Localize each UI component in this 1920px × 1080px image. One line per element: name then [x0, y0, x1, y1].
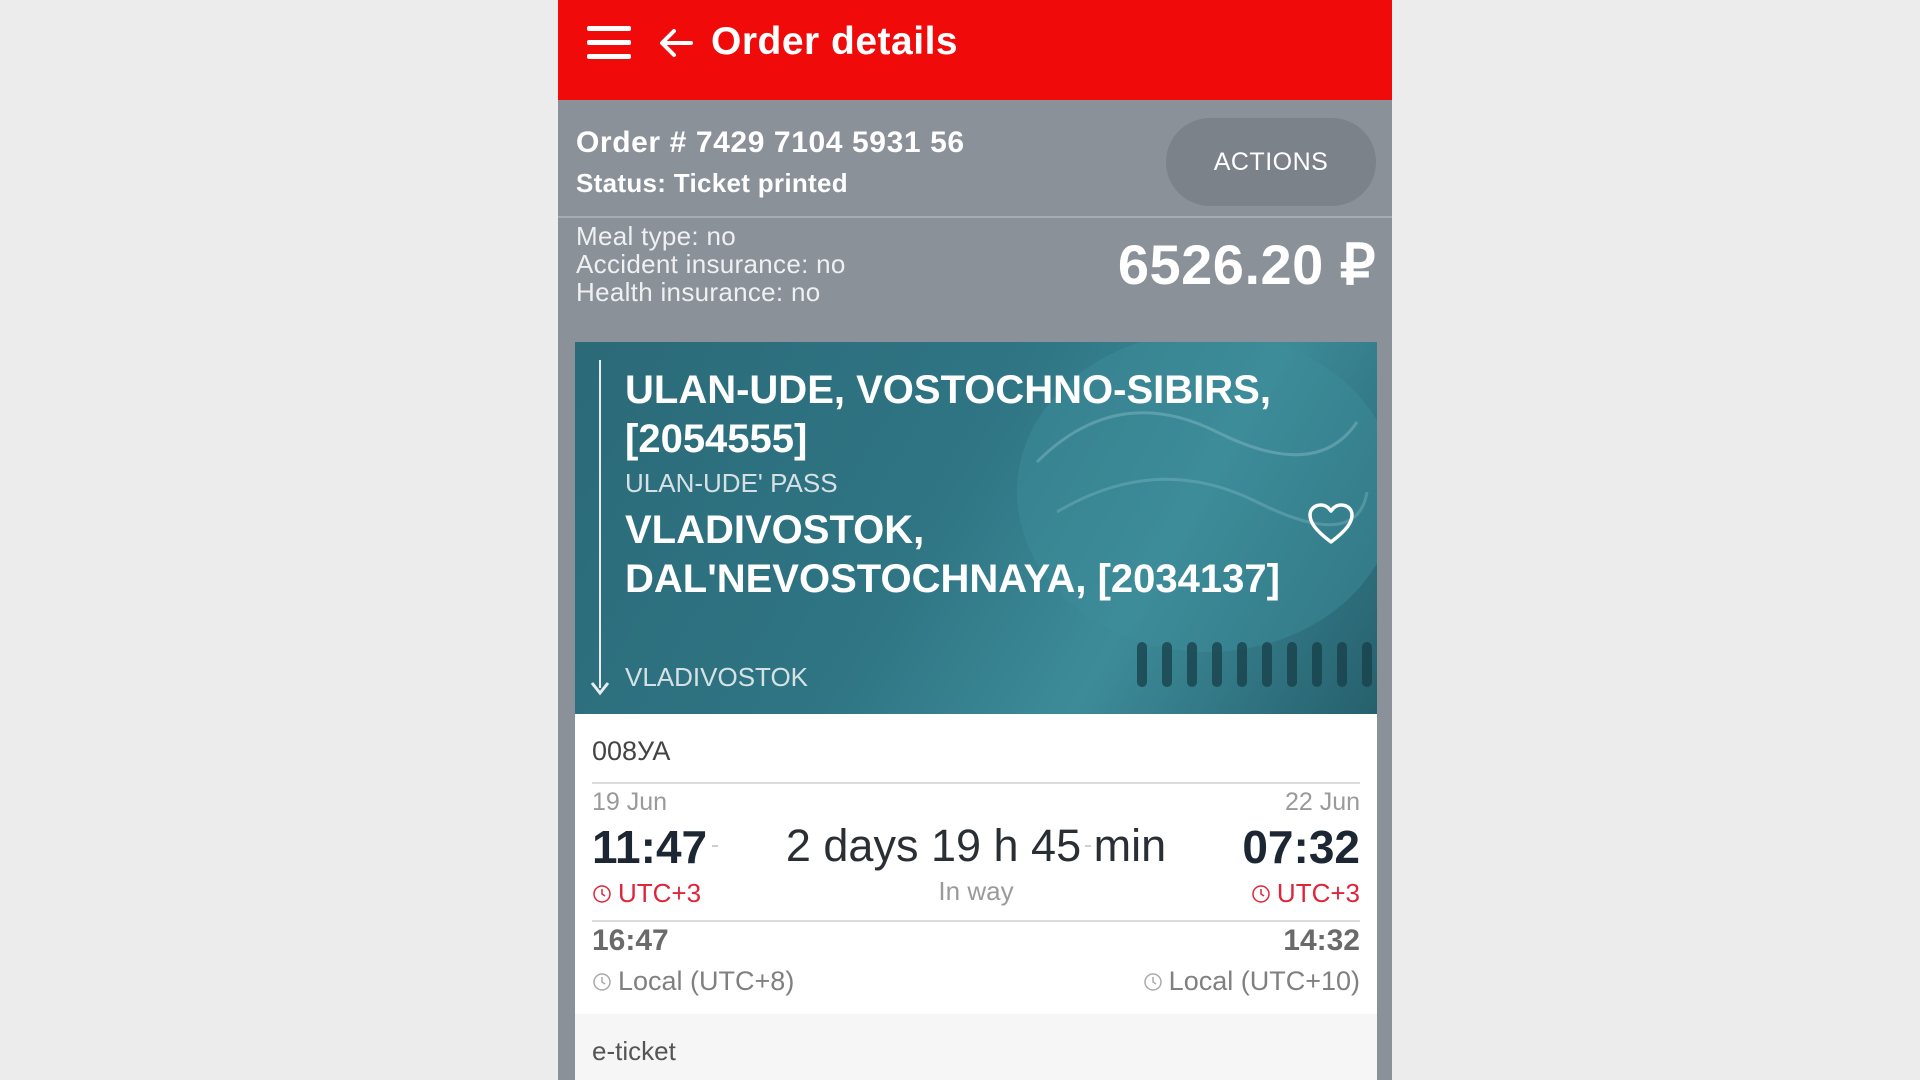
order-number: Order # 7429 7104 5931 56: [576, 126, 965, 159]
arrival-timezone: UTC+3: [1251, 878, 1360, 909]
departure-local-tz-label: Local (UTC+8): [618, 966, 795, 996]
health-insurance: Health insurance: no: [576, 277, 821, 307]
arrival-tz-label: UTC+3: [1276, 878, 1360, 908]
back-arrow-icon[interactable]: [657, 24, 695, 62]
ticket-type-row: e-ticket: [575, 1014, 1377, 1080]
separator-dot: [712, 845, 718, 847]
departure-timezone: UTC+3: [592, 878, 701, 909]
arrival-local-timezone: Local (UTC+10): [1143, 966, 1360, 997]
order-price: 6526.20 ₽: [1117, 233, 1376, 296]
app-screen: Order details Order # 7429 7104 5931 56 …: [558, 0, 1392, 1080]
arrival-station: VLADIVOSTOK, DAL'NEVOSTOCHNAYA, [2034137…: [625, 508, 1280, 601]
menu-icon[interactable]: [587, 26, 631, 60]
departure-local-time: 16:47: [592, 924, 669, 957]
accident-insurance: Accident insurance: no: [576, 249, 846, 279]
clock-icon: [1252, 884, 1270, 903]
arrival-local-time: 14:32: [1283, 924, 1360, 957]
actions-button[interactable]: ACTIONS: [1166, 118, 1376, 206]
departure-date: 19 Jun: [592, 788, 668, 816]
arrow-down-icon: [590, 682, 610, 696]
meal-type: Meal type: no: [576, 221, 736, 251]
clock-icon: [593, 884, 611, 903]
train-number: 008УА: [592, 736, 671, 766]
order-extras: Meal type: no Accident insurance: no Hea…: [576, 222, 846, 306]
arrival-city: VLADIVOSTOK: [625, 662, 809, 692]
route-card: ULAN-UDE, VOSTOCHNO-SIBIRS, [2054555] UL…: [575, 342, 1377, 714]
top-app-bar: Order details: [558, 0, 1392, 100]
divider: [558, 216, 1392, 218]
order-status: Status: Ticket printed: [576, 168, 848, 198]
route-line: [599, 360, 601, 688]
heart-icon[interactable]: [1307, 502, 1355, 546]
arrival-date: 22 Jun: [1284, 788, 1360, 816]
clock-icon: [593, 972, 611, 991]
arrival-time: 07:32: [1242, 821, 1360, 873]
separator-dot: [1085, 845, 1091, 847]
departure-station: ULAN-UDE, VOSTOCHNO-SIBIRS, [2054555]: [625, 368, 1271, 461]
page-title: Order details: [711, 20, 959, 63]
order-summary: Order # 7429 7104 5931 56 Status: Ticket…: [576, 126, 965, 199]
departure-local-timezone: Local (UTC+8): [592, 966, 794, 997]
divider: [592, 920, 1360, 922]
ticket-type: e-ticket: [592, 1036, 676, 1066]
divider: [592, 782, 1360, 784]
departure-tz-label: UTC+3: [618, 878, 702, 908]
trip-details: 008УА 19 Jun 22 Jun 11:47 2 days 19 h 45…: [575, 714, 1377, 1014]
clock-icon: [1143, 972, 1162, 991]
departure-city: ULAN-UDE' PASS: [625, 468, 838, 498]
arrival-local-tz-label: Local (UTC+10): [1168, 966, 1360, 996]
